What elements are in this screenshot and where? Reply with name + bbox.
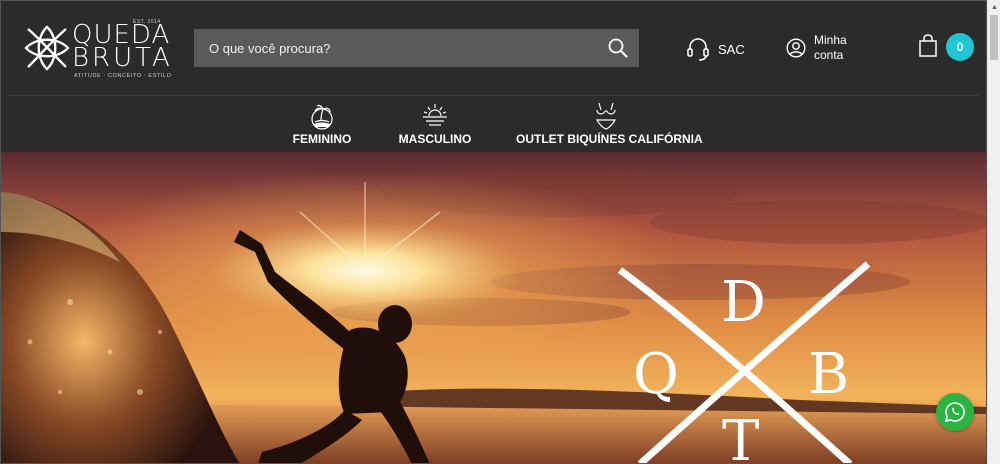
logo-knot-icon [24,25,70,71]
search-input[interactable] [194,29,594,67]
page: EST. 2014 QUEDA BRUTA ATITUDE · CONCEITO… [0,0,1000,464]
main-nav: FEMININO MASCULINO OUTLET BIQUÍNES CALIF… [0,96,987,152]
nav-label-masculino: MASCULINO [398,132,472,146]
sac-label: SAC [718,41,745,57]
brand-line2: BRUTA [72,43,173,73]
search-icon [608,38,628,58]
whatsapp-icon [944,402,965,423]
nav-label-feminino: FEMININO [292,132,352,146]
search-button[interactable] [607,37,629,59]
account-label-line2: conta [814,48,844,62]
scroll-up-arrow-icon[interactable]: ▲ [988,0,1000,14]
scrollbar-thumb[interactable] [990,15,998,60]
nav-label-outlet: OUTLET BIQUÍNES CALIFÓRNIA [516,132,703,146]
hero-surf-photo [0,152,987,464]
cart-count-badge[interactable]: 0 [946,33,974,61]
search-bar [194,29,639,67]
sac-link[interactable]: SAC [686,36,745,62]
bikini-icon [596,102,616,130]
nav-item-outlet-biquines[interactable]: OUTLET BIQUÍNES CALIFÓRNIA [516,96,703,152]
whatsapp-button[interactable] [936,393,974,431]
brand-logo[interactable]: EST. 2014 QUEDA BRUTA ATITUDE · CONCEITO… [24,18,184,80]
user-icon [786,38,806,58]
cart-button[interactable] [918,34,938,63]
hero-banner[interactable]: D Q B T [0,152,987,464]
nav-item-feminino[interactable]: FEMININO [287,96,357,152]
vertical-scrollbar[interactable]: ▲ [987,0,1000,464]
sunset-beach-icon [423,104,447,126]
emblem-letter-top: D [721,270,766,335]
emblem-letter-right: B [808,342,850,407]
site-header: EST. 2014 QUEDA BRUTA ATITUDE · CONCEITO… [0,0,987,152]
nav-item-masculino[interactable]: MASCULINO [395,96,475,152]
brand-tagline: ATITUDE · CONCEITO · ESTILO [74,73,172,79]
account-link[interactable]: Minha conta [786,33,847,63]
palm-island-icon [311,104,333,130]
shopping-bag-icon [919,34,937,57]
emblem-letter-left: Q [633,342,679,407]
account-label-line1: Minha [814,33,847,47]
emblem-letter-bottom: T [722,409,760,464]
headset-icon [687,38,709,61]
